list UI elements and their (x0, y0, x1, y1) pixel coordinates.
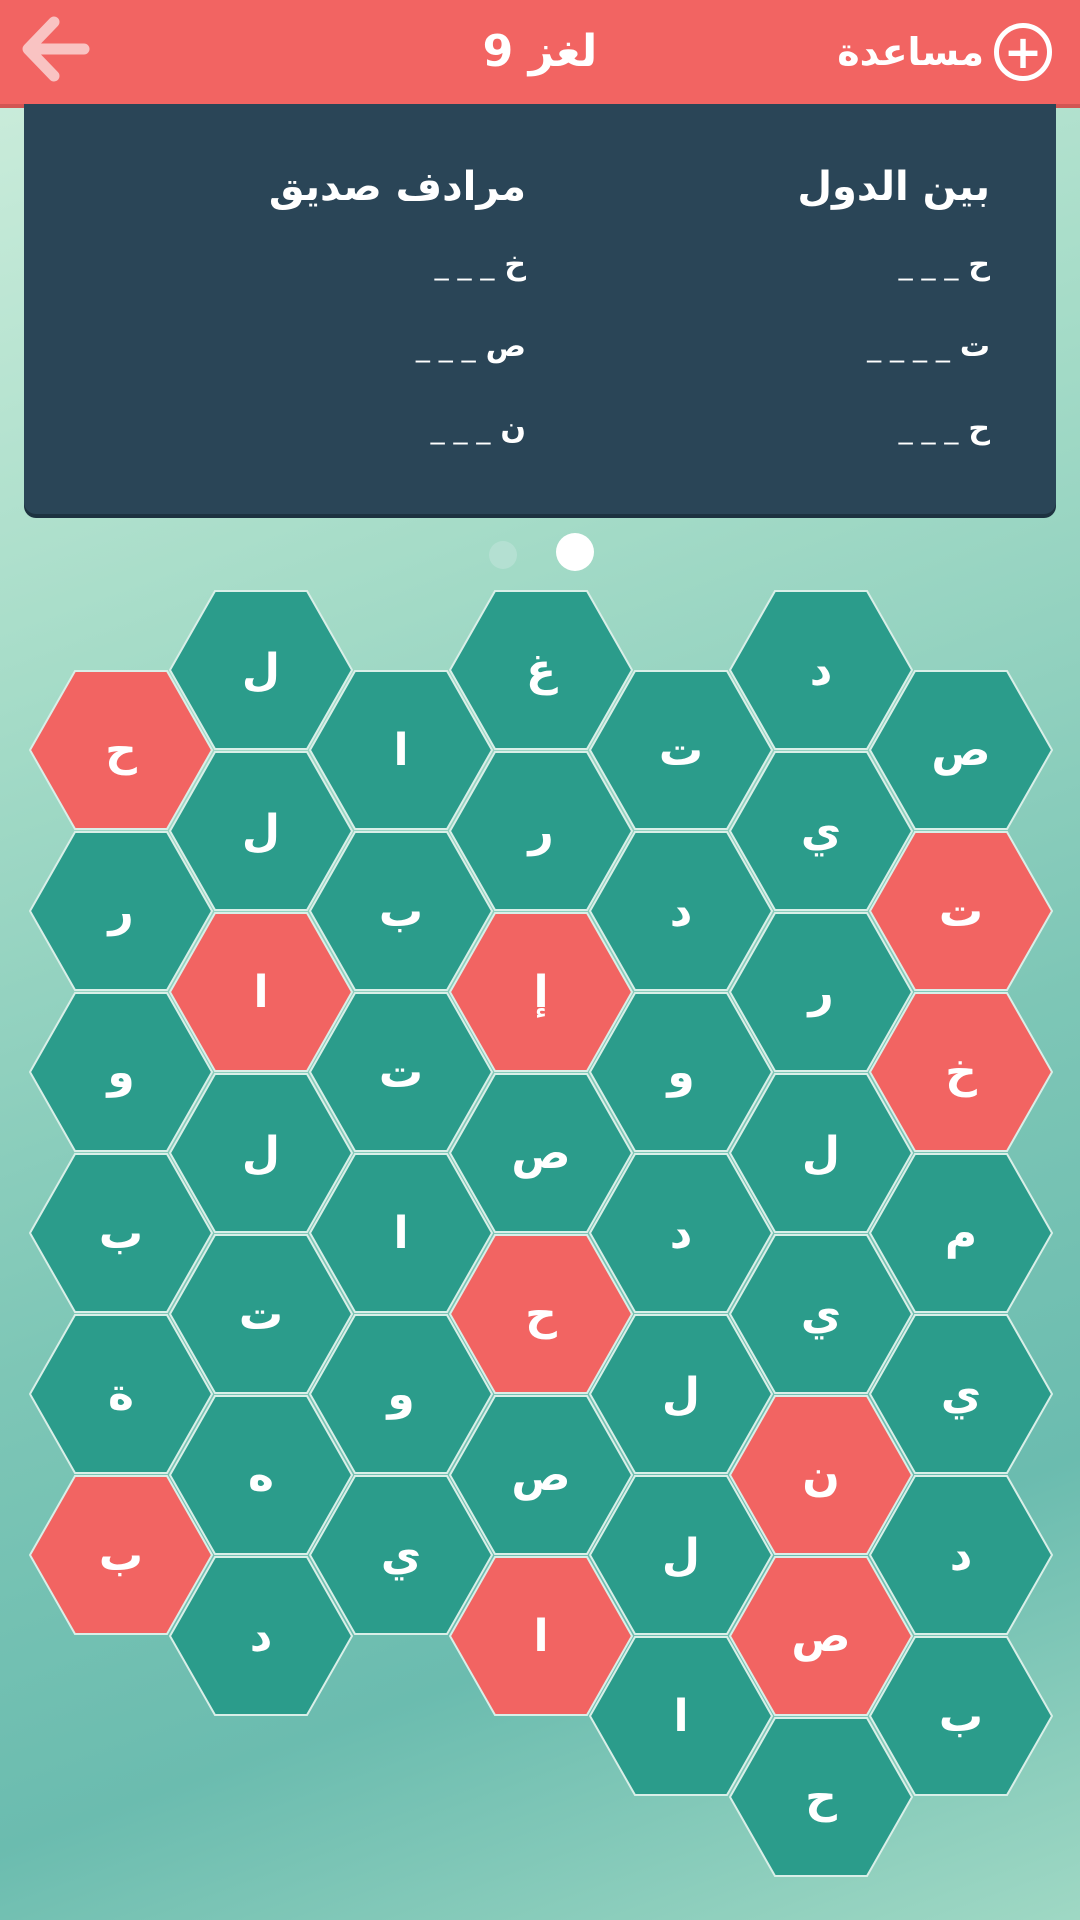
letter-tile[interactable]: م (868, 1153, 1054, 1313)
tile-letter: م (944, 1207, 978, 1259)
word-slot: ن _ _ _ (269, 388, 526, 470)
tile-letter: ب (938, 1690, 984, 1742)
letter-tile[interactable]: ي (868, 1314, 1054, 1474)
letter-board: حروبةبللالتهدابتاويغرإصحصاتدودللاديرلينص… (0, 590, 1080, 1920)
word-slot: ت _ _ _ _ (797, 306, 990, 388)
slot-blanks: _ _ _ (898, 248, 959, 281)
back-button[interactable] (20, 14, 90, 84)
clue-group: بين الدول ح _ _ _ ت _ _ _ _ ح _ _ _ (797, 164, 990, 470)
slot-blanks: _ _ _ (430, 412, 491, 445)
word-slot: ح _ _ _ (797, 224, 990, 306)
word-slot: خ _ _ _ (269, 224, 526, 306)
page-indicator (0, 530, 1080, 578)
slot-blanks: _ _ _ (434, 248, 495, 281)
slot-letter: خ (504, 247, 526, 282)
slot-letter: ت (959, 329, 990, 364)
word-slot: ص _ _ _ (269, 306, 526, 388)
tile-letter: د (949, 1529, 973, 1581)
tile-letter: ص (931, 724, 991, 776)
letter-tile[interactable]: ب (868, 1636, 1054, 1796)
letter-tile[interactable]: ص (868, 670, 1054, 830)
tile-letter: ت (938, 885, 984, 937)
top-bar: لغز 9 + مساعدة (0, 0, 1080, 104)
clue-panel: بين الدول ح _ _ _ ت _ _ _ _ ح _ _ _ مرادف ص… (24, 104, 1056, 514)
slot-letter: ص (485, 329, 526, 364)
slot-blanks: _ _ _ (415, 330, 476, 363)
puzzle-title: لغز 9 (482, 26, 598, 77)
plus-circle-icon: + (994, 23, 1052, 81)
slot-blanks: _ _ _ (898, 412, 959, 445)
clue-group-title: مرادف صديق (268, 164, 526, 210)
slot-letter: ح (968, 411, 990, 446)
page-dot-active[interactable] (556, 533, 594, 571)
clue-group: مرادف صديق خ _ _ _ ص _ _ _ ن _ _ _ (269, 164, 526, 470)
slot-letter: ن (500, 411, 526, 446)
arrow-left-icon (22, 16, 90, 82)
clue-group-title: بين الدول (797, 164, 990, 210)
tile-letter: ي (940, 1368, 982, 1420)
slot-blanks: _ _ _ _ (867, 330, 950, 363)
help-button[interactable]: + مساعدة (837, 14, 1052, 90)
help-label: مساعدة (837, 30, 984, 74)
page-dot[interactable] (489, 541, 517, 569)
letter-tile[interactable]: د (868, 1475, 1054, 1635)
slot-letter: ح (968, 247, 990, 282)
letter-tile-selected[interactable]: ت (868, 831, 1054, 991)
letter-tile-selected[interactable]: خ (868, 992, 1054, 1152)
word-slot: ح _ _ _ (797, 388, 990, 470)
tile-letter: خ (945, 1046, 977, 1098)
